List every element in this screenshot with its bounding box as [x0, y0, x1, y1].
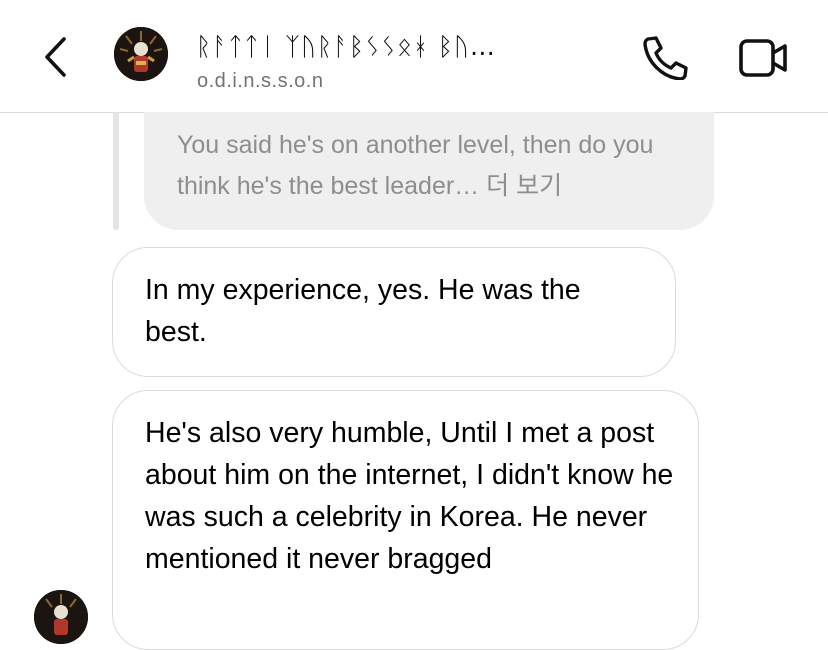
reply-indicator-bar — [113, 112, 119, 230]
chevron-left-icon — [45, 37, 66, 77]
sender-avatar[interactable] — [34, 590, 88, 644]
message-bubble[interactable]: In my experience, yes. He was the best. — [112, 247, 676, 377]
video-camera-icon — [739, 39, 787, 77]
back-button[interactable] — [38, 34, 74, 80]
video-call-button[interactable] — [736, 36, 790, 80]
message-text: He's also very humble, Until I met a pos… — [145, 417, 674, 575]
avatar-image — [34, 590, 88, 644]
call-button[interactable] — [640, 34, 690, 81]
message-bubble[interactable]: He's also very humble, Until I met a pos… — [112, 390, 699, 650]
quoted-reply-message[interactable]: You said he's on another level, then do … — [144, 112, 714, 230]
avatar-image — [114, 27, 168, 81]
chat-header: ᚱᚨᛏᛏᛁ ᛉᚢᚱᚨᛒᛊᛊᛟᚼ ᛒᚢ… o.d.i.n.s.s.o.n — [0, 0, 828, 113]
avatar[interactable] — [114, 27, 168, 81]
username[interactable]: o.d.i.n.s.s.o.n — [197, 70, 323, 93]
chat-title[interactable]: ᚱᚨᛏᛏᛁ ᛉᚢᚱᚨᛒᛊᛊᛟᚼ ᛒᚢ… — [196, 32, 616, 61]
message-text: In my experience, yes. He was the best. — [145, 274, 581, 348]
phone-icon — [643, 36, 688, 81]
